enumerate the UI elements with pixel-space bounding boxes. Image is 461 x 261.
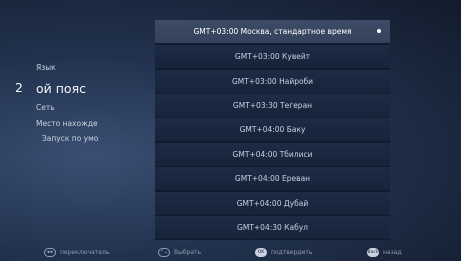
timezone-item-label: GMT+03:00 Найроби xyxy=(231,77,314,86)
up-down-arrows-icon: ⌃⌄ xyxy=(158,248,170,257)
timezone-item[interactable]: GMT+04:00 Тбилиси xyxy=(155,143,390,166)
ok-button-icon: OK xyxy=(255,248,267,257)
left-right-arrows-icon: ◂ ▸ xyxy=(44,248,56,257)
back-button-icon: Back xyxy=(367,248,379,257)
timezone-item[interactable]: GMT+04:00 Ереван xyxy=(155,167,390,190)
timezone-item[interactable]: GMT+04:00 Баку xyxy=(155,118,390,141)
timezone-item[interactable]: GMT+03:30 Тегеран xyxy=(155,94,390,117)
timezone-item[interactable]: GMT+04:30 Кабул xyxy=(155,216,390,239)
hint-switch: ◂ ▸ переключатель xyxy=(44,248,109,257)
timezone-item-label: GMT+04:00 Ереван xyxy=(234,174,311,183)
timezone-item-label: GMT+04:30 Кабул xyxy=(237,223,308,232)
hint-back: Back назад xyxy=(367,248,402,257)
hint-switch-label: переключатель xyxy=(60,249,110,256)
hint-back-label: назад xyxy=(383,249,402,256)
timezone-item-label: GMT+03:00 Москва, стандартное время xyxy=(193,27,352,36)
timezone-item[interactable]: GMT+03:00 Найроби xyxy=(155,70,390,93)
menu-item-default-launch[interactable]: Запуск по умо xyxy=(42,134,98,143)
hint-select-label: Выбрать xyxy=(174,249,202,256)
selected-indicator-icon xyxy=(377,29,381,33)
menu-active-index: 2 xyxy=(15,80,23,95)
menu-item-timezone[interactable]: ой пояс xyxy=(36,81,86,96)
timezone-item-selected[interactable]: GMT+03:00 Москва, стандартное время xyxy=(155,20,390,43)
menu-item-location[interactable]: Место нахожде xyxy=(36,119,98,128)
footer-hints: ◂ ▸ переключатель ⌃⌄ Выбрать OK подтверд… xyxy=(0,245,461,261)
timezone-item[interactable]: GMT+04:00 Дубай xyxy=(155,192,390,215)
timezone-list[interactable]: GMT+03:00 Москва, стандартное время GMT+… xyxy=(155,20,390,240)
menu-item-network[interactable]: Сеть xyxy=(36,103,55,112)
settings-menu: Язык 2 ой пояс Сеть Место нахожде Запуск… xyxy=(0,0,150,240)
timezone-item-label: GMT+04:00 Тбилиси xyxy=(232,150,313,159)
timezone-item[interactable]: GMT+03:00 Кувейт xyxy=(155,45,390,68)
timezone-item-label: GMT+03:30 Тегеран xyxy=(232,101,313,110)
menu-item-language[interactable]: Язык xyxy=(36,63,56,72)
hint-select: ⌃⌄ Выбрать xyxy=(158,248,201,257)
timezone-item-label: GMT+03:00 Кувейт xyxy=(234,52,311,61)
hint-confirm: OK подтвердить xyxy=(255,248,312,257)
timezone-item-label: GMT+04:00 Дубай xyxy=(236,199,309,208)
timezone-item-label: GMT+04:00 Баку xyxy=(239,125,306,134)
hint-confirm-label: подтвердить xyxy=(271,249,313,256)
